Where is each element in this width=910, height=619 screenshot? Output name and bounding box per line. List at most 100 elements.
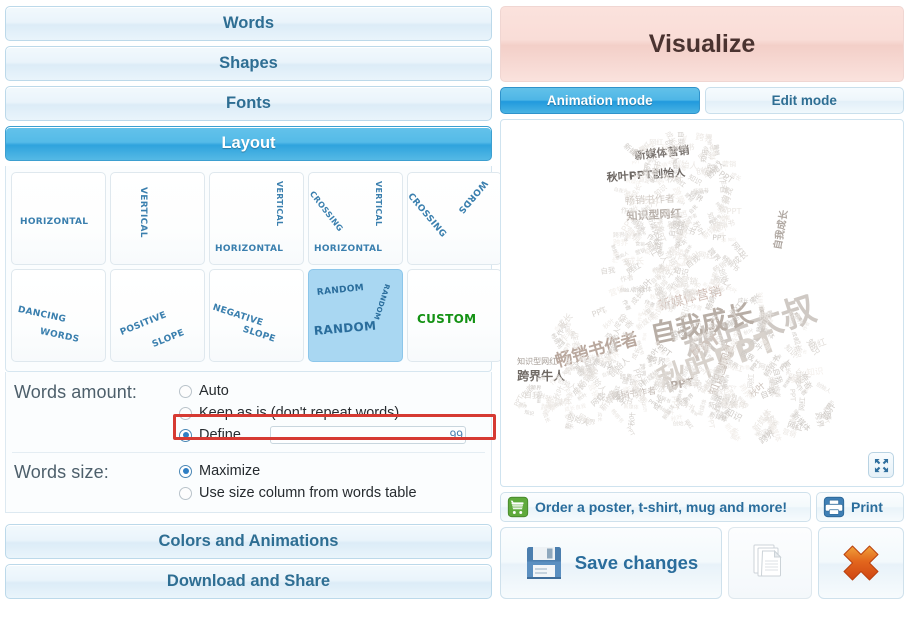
cloud-word-filler: 跨界 xyxy=(564,358,575,375)
words-amount-define-input[interactable] xyxy=(270,426,466,444)
cloud-word-filler: 畅销书 xyxy=(671,144,694,153)
cloud-word-filler: 成长 xyxy=(757,304,765,318)
order-merchandise-button[interactable]: Order a poster, t-shirt, mug and more! xyxy=(500,492,811,522)
cloud-word-filler: 网红 xyxy=(788,317,793,327)
cloud-word-filler: 新媒体 xyxy=(624,405,639,411)
cloud-word-filler: 自我 xyxy=(537,378,546,383)
cloud-word-filler: 成长 xyxy=(565,426,574,431)
cloud-word-filler: 成长 xyxy=(792,337,802,352)
layout-tile-random[interactable]: Random Random Random xyxy=(308,269,403,362)
settings-sidebar: Words Shapes Fonts Layout Horizontal Ver… xyxy=(0,0,497,619)
tile-word-crossing: Crossing xyxy=(308,187,348,234)
tile-word-words: Words xyxy=(39,322,81,345)
words-amount-option-keep-as-is[interactable]: Keep as is (don't repeat words) xyxy=(179,402,483,424)
order-print-row: Order a poster, t-shirt, mug and more! P… xyxy=(500,492,904,522)
accordion-label-shapes: Shapes xyxy=(219,54,278,73)
mode-tab-group: Animation mode Edit mode xyxy=(500,87,904,114)
print-button[interactable]: Print xyxy=(816,492,904,522)
word-cloud-render: 秋叶大叔 秋叶PPT 自我成长 新媒体营销 秋叶PPT创始人 知识型网红 畅销书作者 新媒体营… xyxy=(501,120,903,486)
cloud-word-filler: 自我 xyxy=(759,292,765,303)
tile-word-horizontal: Horizontal xyxy=(20,213,88,228)
cloud-word-filler: 跨界 xyxy=(638,363,646,377)
tab-label-edit-mode: Edit mode xyxy=(772,93,837,108)
accordion-header-layout[interactable]: Layout xyxy=(5,126,492,161)
printer-icon xyxy=(823,496,845,518)
layout-tile-vertical[interactable]: Vertical xyxy=(110,172,205,265)
cloud-word-filler: 网红 xyxy=(800,397,808,411)
cloud-word-filler: 畅销书 xyxy=(645,354,652,367)
radio-auto[interactable] xyxy=(179,385,192,398)
layout-options-panel: Horizontal Vertical Vertical Horizontal … xyxy=(5,166,492,372)
radio-keep-as-is[interactable] xyxy=(179,407,192,420)
tile-word-crossing: Crossing xyxy=(407,189,451,240)
save-changes-label: Save changes xyxy=(575,552,698,574)
layout-tile-vertical-horizontal[interactable]: Vertical Horizontal xyxy=(209,172,304,265)
layout-tiles-row-2: Dancing Words Positive Slope Negative Sl… xyxy=(11,269,486,362)
save-changes-button[interactable]: Save changes xyxy=(500,527,722,599)
tile-word-horizontal: Horizontal xyxy=(215,239,283,254)
accordion-header-words[interactable]: Words xyxy=(5,6,492,41)
cloud-word-filler: 成长 xyxy=(595,412,600,421)
accordion-header-fonts[interactable]: Fonts xyxy=(5,86,492,121)
words-amount-option-auto[interactable]: Auto xyxy=(179,380,483,402)
cloud-word-filler: 作者 xyxy=(717,176,728,194)
app-root: Words Shapes Fonts Layout Horizontal Ver… xyxy=(0,0,910,619)
layout-tile-crossing-vertical-horizontal[interactable]: Crossing Vertical Horizontal xyxy=(308,172,403,265)
cloud-word-filler: PPT xyxy=(718,400,726,411)
words-size-option-maximize[interactable]: Maximize xyxy=(179,460,483,482)
words-size-choices: Maximize Use size column from words tabl… xyxy=(179,460,483,504)
tile-word-words: Words xyxy=(455,177,492,217)
words-amount-option-define[interactable]: Define xyxy=(179,424,483,446)
cloud-word-filler: PPT xyxy=(624,426,634,438)
radio-label-keep-as-is: Keep as is (don't repeat words) xyxy=(199,405,399,421)
word-cloud-canvas[interactable]: 秋叶大叔 秋叶PPT 自我成长 新媒体营销 秋叶PPT创始人 知识型网红 畅销书作者 新媒体营… xyxy=(500,119,904,487)
radio-use-size-column[interactable] xyxy=(179,487,192,500)
layout-tile-positive-slope[interactable]: Positive Slope xyxy=(110,269,205,362)
cloud-word-filler: 跨界 xyxy=(813,412,824,429)
layout-tile-crossing-words[interactable]: Crossing Words xyxy=(407,172,502,265)
radio-label-define: Define xyxy=(199,427,241,443)
layout-tile-negative-slope[interactable]: Negative Slope xyxy=(209,269,304,362)
words-amount-block: Words amount: Auto Keep as is (don't rep… xyxy=(5,372,492,513)
accordion-header-shapes[interactable]: Shapes xyxy=(5,46,492,81)
close-button[interactable] xyxy=(818,527,904,599)
tile-word-slope: Slope xyxy=(241,320,278,345)
tab-animation-mode[interactable]: Animation mode xyxy=(500,87,700,114)
layout-tiles-row-1: Horizontal Vertical Vertical Horizontal … xyxy=(11,172,486,265)
floppy-disk-save-icon xyxy=(524,543,564,583)
order-button-label: Order a poster, t-shirt, mug and more! xyxy=(535,499,787,515)
fullscreen-button[interactable] xyxy=(868,452,894,478)
words-size-option-use-size-column[interactable]: Use size column from words table xyxy=(179,482,483,504)
cloud-word-filler: 自我 xyxy=(613,189,623,196)
action-button-row: Save changes xyxy=(500,527,904,599)
cloud-word-filler: 秋叶 xyxy=(628,411,636,426)
tile-word-custom: Custom xyxy=(417,308,476,328)
words-size-label: Words size: xyxy=(14,460,179,483)
accordion-label-colors-animations: Colors and Animations xyxy=(159,532,339,551)
duplicate-button[interactable] xyxy=(728,527,812,599)
words-amount-choices: Auto Keep as is (don't repeat words) Def… xyxy=(179,380,483,446)
layout-tile-custom[interactable]: Custom xyxy=(407,269,502,362)
cloud-word-filler: 秋叶 xyxy=(577,394,588,404)
visualize-header[interactable]: Visualize xyxy=(500,6,904,82)
accordion-header-download-share[interactable]: Download and Share xyxy=(5,564,492,599)
visualize-title: Visualize xyxy=(649,30,756,59)
tab-edit-mode[interactable]: Edit mode xyxy=(705,87,905,114)
shopping-cart-icon xyxy=(507,496,529,518)
cloud-word-filler: 作者 xyxy=(619,274,633,283)
cloud-word-filler: 畅销书 xyxy=(609,409,624,425)
accordion-header-colors-animations[interactable]: Colors and Animations xyxy=(5,524,492,559)
cloud-word-filler: PPT xyxy=(788,388,795,401)
cloud-word-filler: 新媒体 xyxy=(723,422,742,443)
cloud-word-filler: 知识 xyxy=(523,410,534,417)
layout-tile-dancing-words[interactable]: Dancing Words xyxy=(11,269,106,362)
cloud-word-filler: PPT xyxy=(632,161,641,167)
visualize-panel: Visualize Animation mode Edit mode 秋叶大叔秋… xyxy=(497,0,910,619)
cloud-word-filler: 自我 xyxy=(601,266,617,275)
words-size-row: Words size: Maximize Use size column fro… xyxy=(6,460,491,504)
radio-maximize[interactable] xyxy=(179,465,192,478)
words-amount-row: Words amount: Auto Keep as is (don't rep… xyxy=(6,380,491,446)
layout-tile-horizontal[interactable]: Horizontal xyxy=(11,172,106,265)
accordion-label-layout: Layout xyxy=(221,134,275,153)
radio-define[interactable] xyxy=(179,429,192,442)
